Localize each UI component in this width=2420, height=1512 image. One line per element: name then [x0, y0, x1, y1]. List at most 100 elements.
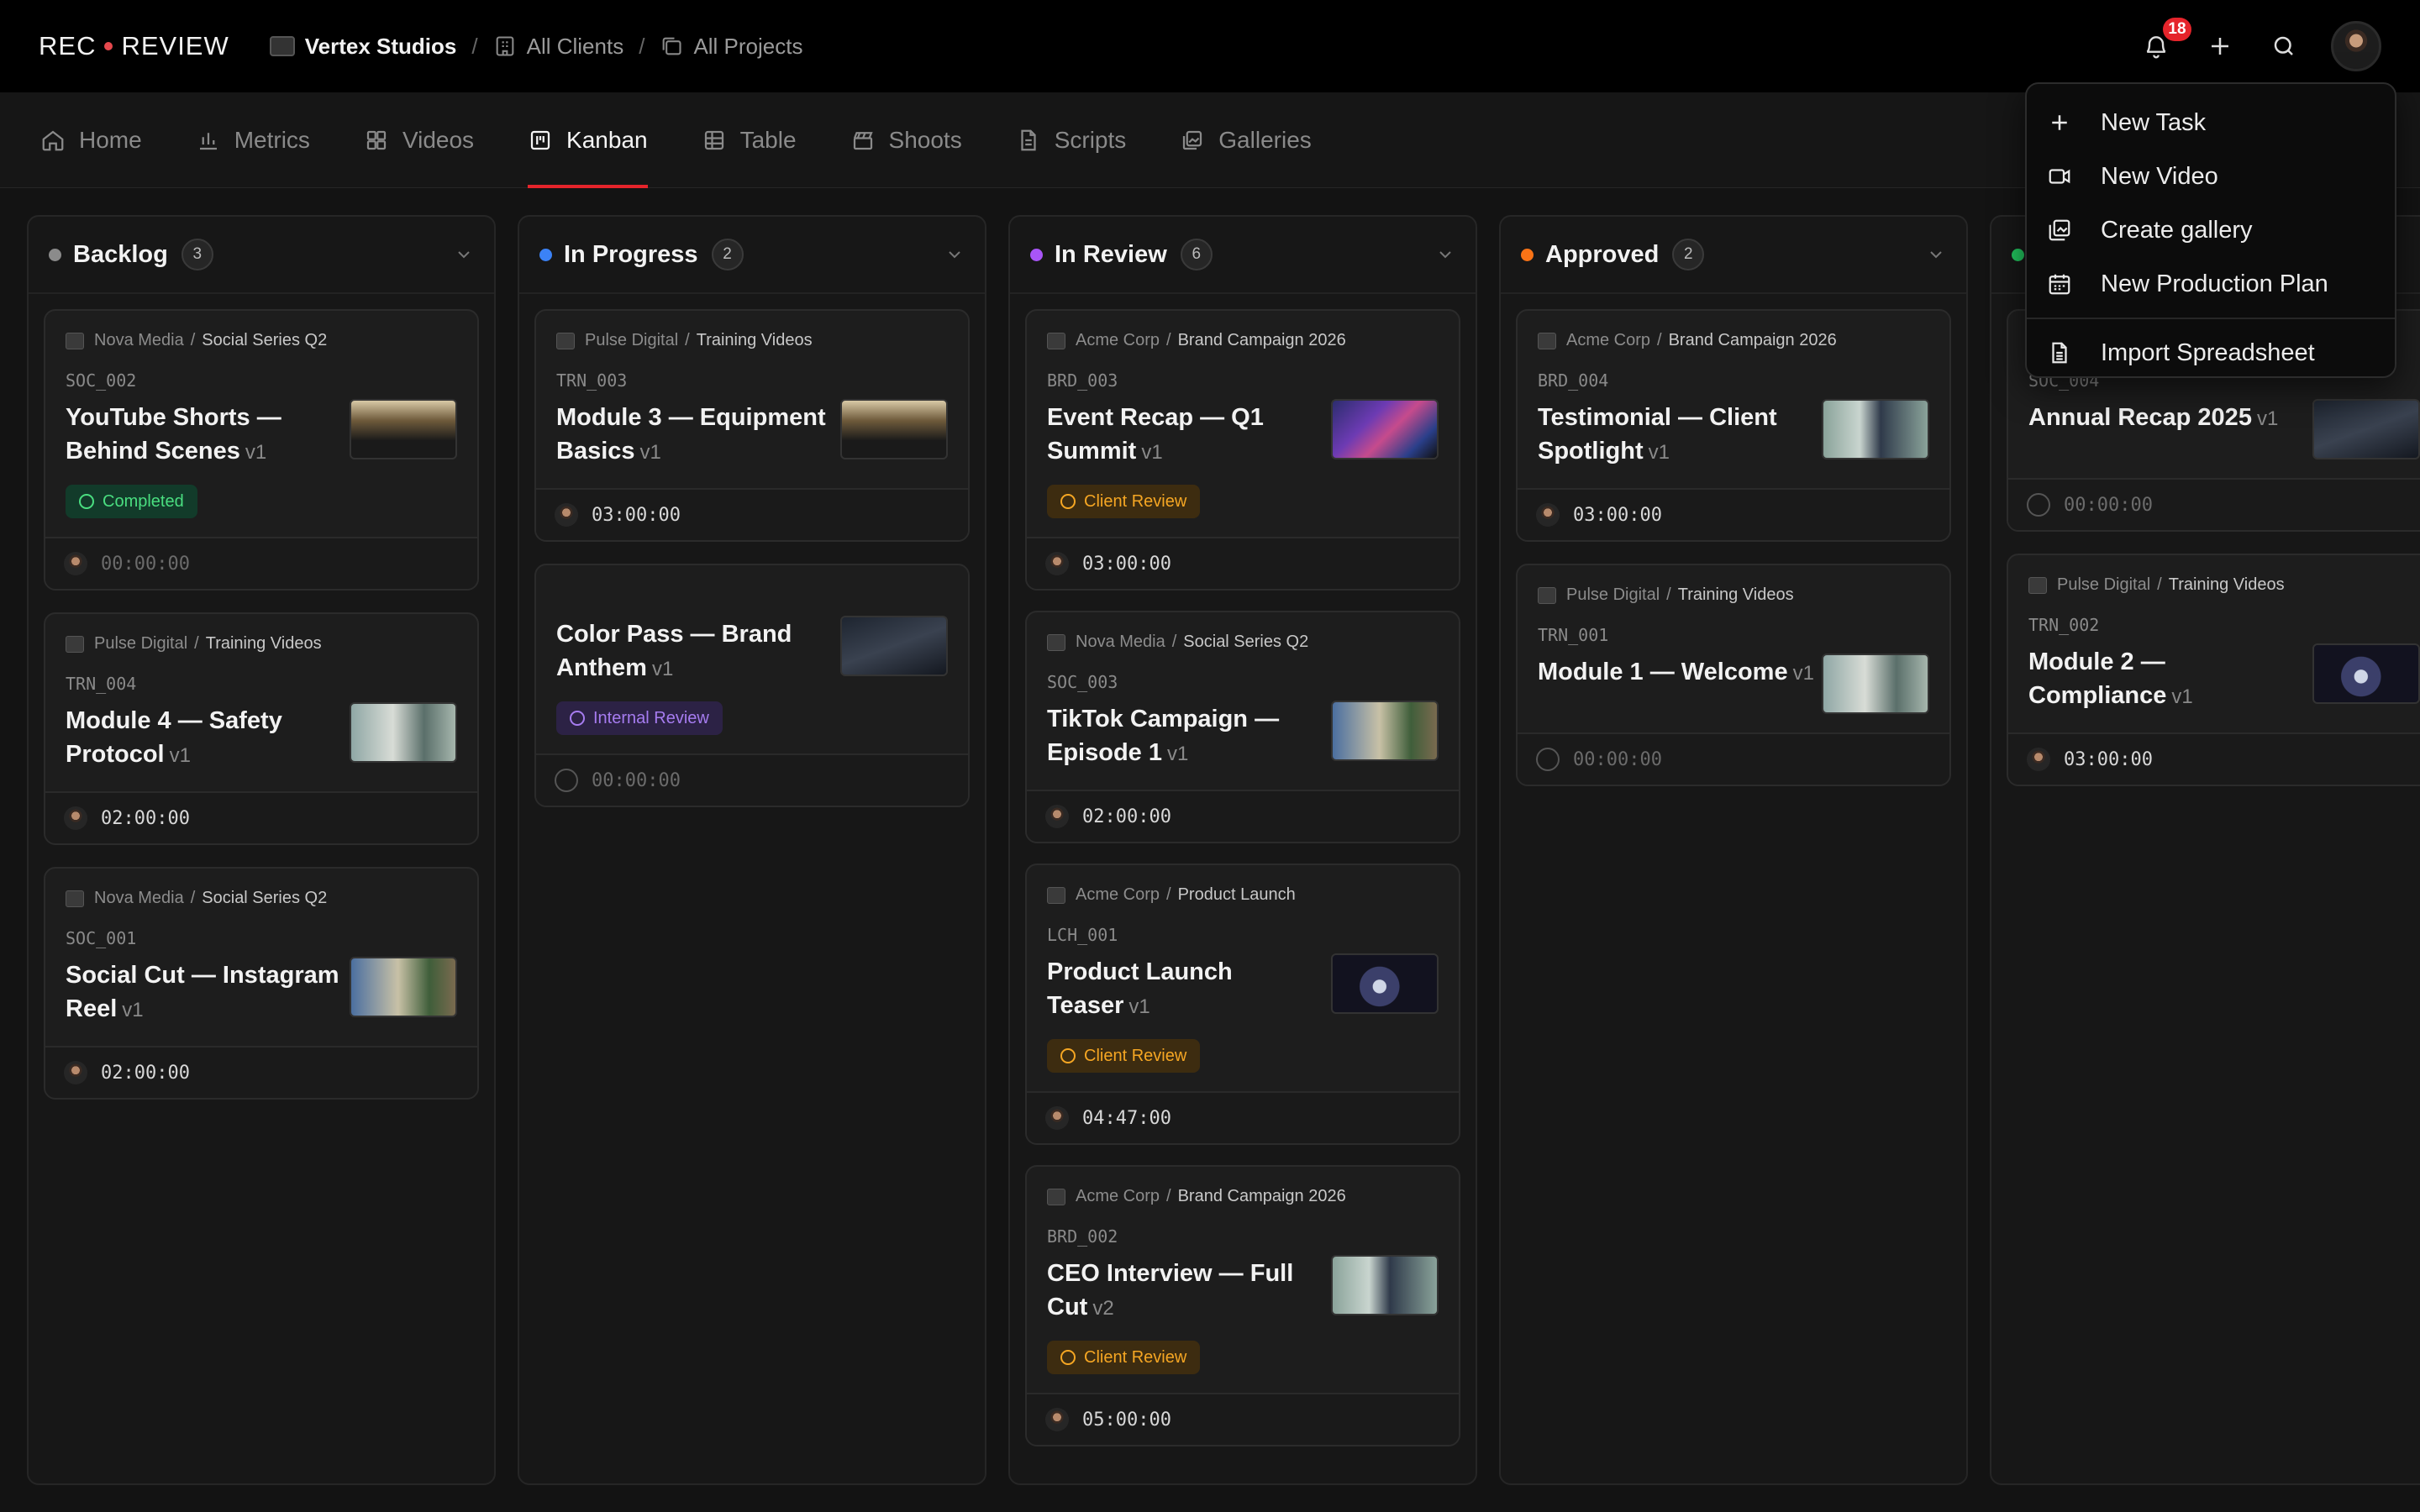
video-thumbnail[interactable] [350, 957, 457, 1017]
task-card[interactable]: Acme Corp / Brand Campaign 2026 BRD_003 Ev… [1025, 309, 1460, 591]
column-status-dot [49, 248, 61, 261]
tab-metrics[interactable]: Metrics [196, 92, 310, 188]
card-code: SOC_001 [66, 928, 137, 948]
client-logo-icon [66, 890, 84, 907]
assignee-avatar[interactable] [555, 503, 578, 527]
video-thumbnail[interactable] [1331, 399, 1439, 459]
video-thumbnail[interactable] [1331, 953, 1439, 1014]
logo-text-right: REVIEW [121, 31, 229, 60]
task-card[interactable]: Nova Media / Social Series Q2 SOC_003 TikT… [1025, 611, 1460, 843]
chevron-down-icon[interactable] [454, 244, 474, 265]
search-button[interactable] [2267, 29, 2301, 63]
card-code: LCH_001 [1047, 925, 1118, 945]
column-delivered: SOC_004 Annual Recap 2025 v1 00:00:00 Pul… [1990, 215, 2420, 1485]
task-card[interactable]: Nova Media / Social Series Q2 SOC_002 YouT… [44, 309, 479, 591]
card-breadcrumb: Nova Media / Social Series Q2 [66, 331, 457, 350]
assignee-avatar[interactable] [1045, 805, 1069, 828]
create-button[interactable] [2203, 29, 2237, 63]
breadcrumb-projects[interactable]: All Projects [660, 34, 802, 60]
duration: 02:00:00 [101, 807, 190, 829]
column-in-progress: In Progress 2 Pulse Digital / Training Vid… [518, 215, 986, 1485]
column-header[interactable]: In Progress 2 [519, 217, 985, 294]
video-thumbnail[interactable] [1331, 701, 1439, 761]
column-count: 2 [711, 239, 744, 270]
assignee-avatar[interactable] [1045, 1106, 1069, 1130]
tab-videos[interactable]: Videos [364, 92, 474, 188]
video-thumbnail[interactable] [350, 702, 457, 763]
assignee-avatar[interactable] [1045, 1408, 1069, 1431]
chevron-down-icon[interactable] [1926, 244, 1946, 265]
menu-item-new-production-plan[interactable]: New Production Plan [2027, 257, 2395, 311]
task-card[interactable]: Acme Corp / Brand Campaign 2026 BRD_004 Te… [1516, 309, 1951, 542]
user-avatar[interactable] [2331, 21, 2381, 71]
task-card[interactable]: Pulse Digital / Training Videos TRN_002 Mo… [2007, 554, 2420, 786]
task-card[interactable]: Pulse Digital / Training Videos TRN_001 Mo… [1516, 564, 1951, 786]
menu-item-new-video[interactable]: New Video [2027, 150, 2395, 203]
card-title: YouTube Shorts — Behind Scenes v1 [66, 404, 281, 465]
breadcrumb-studio[interactable]: Vertex Studios [269, 34, 456, 60]
column-header[interactable]: Backlog 3 [29, 217, 494, 294]
video-thumbnail[interactable] [2312, 399, 2420, 459]
video-thumbnail[interactable] [840, 616, 948, 676]
assignee-avatar[interactable] [64, 1061, 87, 1084]
table-icon [704, 130, 723, 150]
studio-logo-icon [269, 36, 295, 56]
video-thumbnail[interactable] [1822, 654, 1929, 714]
column-header[interactable]: Approved 2 [1501, 217, 1966, 294]
tab-kanban[interactable]: Kanban [528, 92, 648, 188]
column-count: 3 [181, 239, 213, 270]
card-code: BRD_002 [1047, 1226, 1118, 1247]
menu-item-create-gallery[interactable]: Create gallery [2027, 203, 2395, 257]
unassigned-avatar-icon[interactable] [555, 769, 578, 792]
card-breadcrumb: Acme Corp / Brand Campaign 2026 [1047, 1187, 1439, 1206]
document-icon [1021, 129, 1036, 150]
tab-galleries[interactable]: Galleries [1180, 92, 1312, 188]
video-thumbnail[interactable] [840, 399, 948, 459]
status-badge: Internal Review [556, 701, 723, 735]
video-thumbnail[interactable] [2312, 643, 2420, 704]
client-logo-icon [66, 635, 84, 653]
assignee-avatar[interactable] [1536, 503, 1560, 527]
tab-home[interactable]: Home [40, 92, 142, 188]
column-title: In Review [1055, 240, 1167, 268]
status-badge: Client Review [1047, 485, 1201, 518]
assignee-avatar[interactable] [64, 806, 87, 830]
app-logo[interactable]: REC REVIEW [39, 31, 229, 61]
notifications-button[interactable]: 18 [2139, 18, 2191, 63]
menu-item-import-spreadsheet[interactable]: Import Spreadsheet [2027, 326, 2395, 380]
card-title: Annual Recap 2025 v1 [2028, 404, 2279, 431]
client-logo-icon [556, 332, 575, 349]
task-card[interactable]: Nova Media / Social Series Q2 SOC_001 Soci… [44, 867, 479, 1100]
card-code: TRN_002 [2028, 615, 2100, 635]
assignee-avatar[interactable] [1045, 552, 1069, 575]
task-card[interactable]: Acme Corp / Product Launch LCH_001 Product… [1025, 864, 1460, 1145]
tab-table[interactable]: Table [702, 92, 797, 188]
unassigned-avatar-icon[interactable] [2027, 493, 2050, 517]
unassigned-avatar-icon[interactable] [1536, 748, 1560, 771]
video-thumbnail[interactable] [1822, 399, 1929, 459]
tab-shoots[interactable]: Shoots [850, 92, 962, 188]
video-thumbnail[interactable] [1331, 1255, 1439, 1315]
chevron-down-icon[interactable] [944, 244, 965, 265]
task-card[interactable]: Pulse Digital / Training Videos TRN_003 Mo… [534, 309, 970, 542]
clock-icon [1060, 1350, 1076, 1365]
column-header[interactable]: In Review 6 [1010, 217, 1476, 294]
column-title: Backlog [73, 240, 168, 268]
chevron-down-icon[interactable] [1435, 244, 1455, 265]
card-code: TRN_003 [556, 370, 628, 391]
building-icon [496, 36, 513, 56]
gallery-icon [1183, 130, 1202, 150]
video-thumbnail[interactable] [350, 399, 457, 459]
task-card[interactable]: Acme Corp / Brand Campaign 2026 BRD_002 CE… [1025, 1165, 1460, 1446]
card-title: Color Pass — Brand Anthem v1 [556, 621, 792, 681]
menu-item-new-task[interactable]: New Task [2027, 96, 2395, 150]
task-card[interactable]: Pulse Digital / Training Videos TRN_004 Mo… [44, 612, 479, 845]
client-logo-icon [1047, 1188, 1065, 1205]
tab-scripts[interactable]: Scripts [1016, 92, 1126, 188]
breadcrumb-clients[interactable]: All Clients [493, 34, 623, 60]
duration: 00:00:00 [592, 769, 681, 791]
assignee-avatar[interactable] [2027, 748, 2050, 771]
task-card[interactable]: Color Pass — Brand Anthem v1 Internal Rev… [534, 564, 970, 807]
duration: 02:00:00 [101, 1062, 190, 1084]
assignee-avatar[interactable] [64, 552, 87, 575]
